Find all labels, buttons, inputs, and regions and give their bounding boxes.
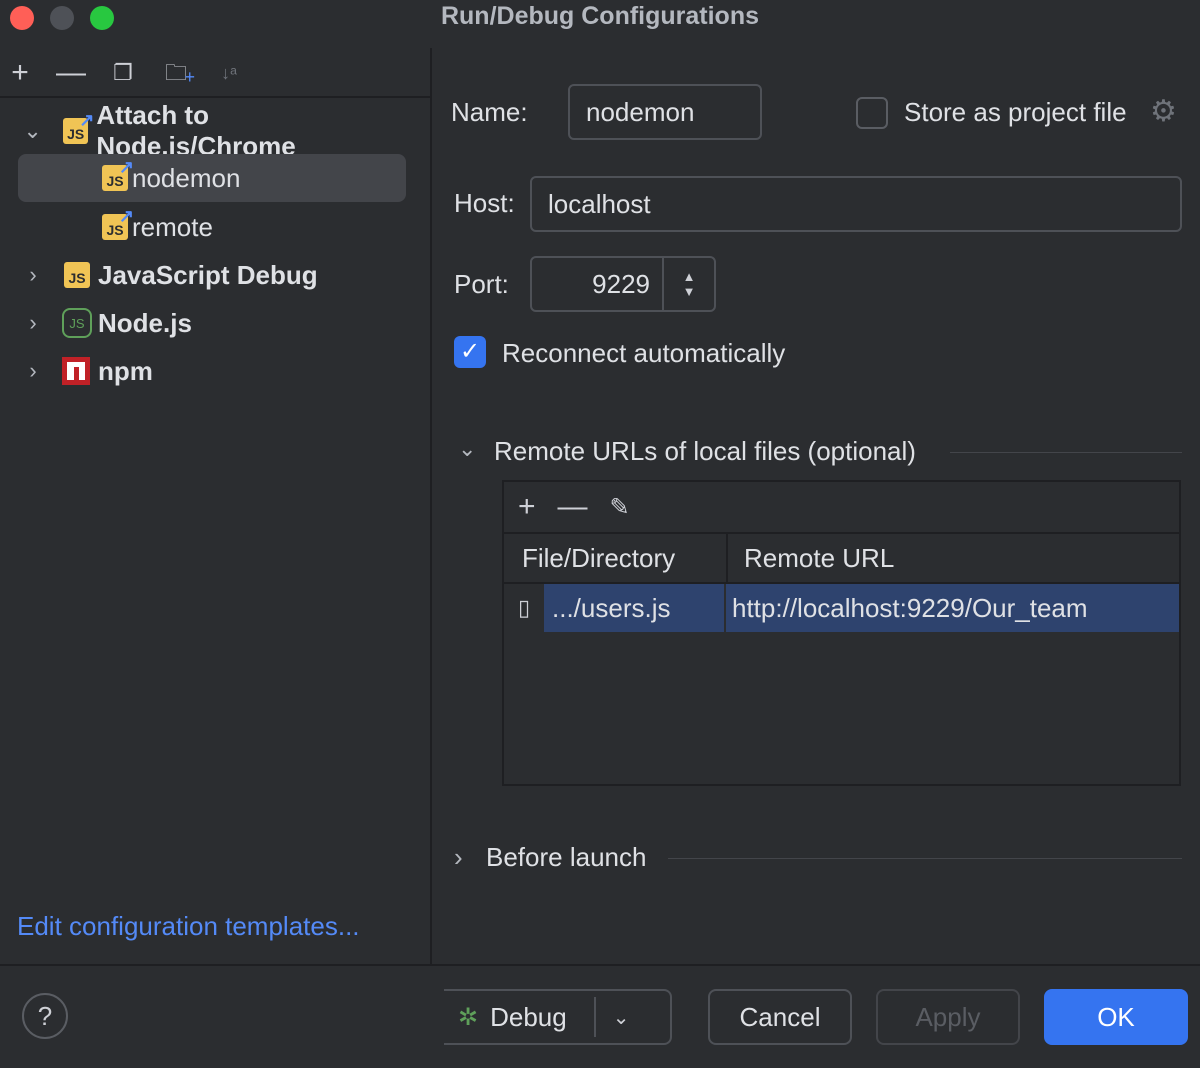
add-icon[interactable]: +	[5, 58, 35, 88]
tree-item-label: Attach to Node.js/Chrome	[96, 100, 406, 162]
port-label: Port:	[454, 269, 509, 300]
tree-item-attach[interactable]: ⌄ JS↗ Attach to Node.js/Chrome	[18, 107, 406, 155]
tree-item-label: nodemon	[132, 163, 240, 194]
minimize-window-button[interactable]	[50, 6, 74, 30]
cell-file[interactable]: .../users.js	[544, 584, 724, 632]
tree-item-label: remote	[132, 212, 213, 243]
gear-icon[interactable]: ⚙	[1150, 94, 1177, 129]
close-window-button[interactable]	[10, 6, 34, 30]
tree-item-javascript-debug[interactable]: › JS JavaScript Debug	[18, 251, 406, 299]
chevron-right-icon[interactable]: ›	[454, 842, 463, 873]
file-icon: ▯	[504, 595, 544, 621]
debug-split-button[interactable]: ✲ Debug ⌄	[444, 989, 672, 1045]
tree-item-label: JavaScript Debug	[98, 260, 318, 291]
host-label: Host:	[454, 188, 515, 219]
remove-icon[interactable]: —	[56, 58, 86, 88]
npm-icon	[62, 357, 90, 385]
new-folder-icon[interactable]: 🗀+	[161, 58, 191, 88]
chevron-down-icon[interactable]: ⌄	[458, 436, 476, 462]
name-value: nodemon	[586, 97, 694, 128]
js-attach-icon: JS↗	[102, 165, 128, 191]
table-toolbar: + — ✎	[504, 482, 1179, 534]
port-value: 9229	[532, 269, 662, 300]
store-project-label: Store as project file	[904, 97, 1127, 128]
chevron-down-icon[interactable]: ⌄	[18, 118, 47, 144]
maximize-window-button[interactable]	[90, 6, 114, 30]
help-button[interactable]: ?	[22, 993, 68, 1039]
tree-item-npm[interactable]: › npm	[18, 347, 406, 395]
chevron-right-icon[interactable]: ›	[18, 262, 48, 288]
cancel-button[interactable]: Cancel	[708, 989, 852, 1045]
name-label: Name:	[451, 97, 528, 128]
debug-label: Debug	[490, 1002, 594, 1033]
js-icon: JS	[64, 262, 90, 288]
before-launch-section-title[interactable]: Before launch	[486, 842, 646, 873]
divider	[950, 452, 1182, 453]
divider	[668, 858, 1182, 859]
window-title: Run/Debug Configurations	[0, 2, 1200, 31]
divider	[0, 964, 1200, 966]
column-header-file[interactable]: File/Directory	[504, 534, 728, 582]
nodejs-icon: JS	[62, 308, 92, 338]
tree-item-remote[interactable]: JS↗ remote	[18, 203, 406, 251]
edit-icon[interactable]: ✎	[610, 493, 630, 522]
chevron-right-icon[interactable]: ›	[18, 310, 48, 336]
reconnect-label: Reconnect automatically	[502, 338, 785, 369]
remote-urls-section-title[interactable]: Remote URLs of local files (optional)	[494, 436, 916, 467]
host-value: localhost	[548, 189, 651, 220]
tree-item-label: npm	[98, 356, 153, 387]
ok-button[interactable]: OK	[1044, 989, 1188, 1045]
copy-icon[interactable]: ❐	[108, 58, 138, 88]
cell-url[interactable]: http://localhost:9229/Our_team	[726, 584, 1179, 632]
port-stepper[interactable]: 9229 ▲▼	[530, 256, 716, 312]
divider	[430, 48, 432, 964]
js-attach-icon: JS↗	[102, 214, 128, 240]
store-project-checkbox[interactable]	[856, 97, 888, 129]
add-icon[interactable]: +	[518, 490, 536, 524]
table-header: File/Directory Remote URL	[504, 534, 1179, 584]
apply-button[interactable]: Apply	[876, 989, 1020, 1045]
chevron-down-icon[interactable]: ⌄	[594, 997, 646, 1037]
remote-urls-table: + — ✎ File/Directory Remote URL ▯ .../us…	[502, 480, 1181, 786]
tree-item-label: Node.js	[98, 308, 192, 339]
column-header-url[interactable]: Remote URL	[728, 543, 894, 574]
reconnect-checkbox[interactable]: ✓	[454, 336, 486, 368]
edit-templates-link[interactable]: Edit configuration templates...	[17, 911, 360, 942]
tree-item-nodemon[interactable]: JS↗ nodemon	[18, 154, 406, 202]
host-input[interactable]: localhost	[530, 176, 1182, 232]
sort-icon[interactable]: ↓ᵃ	[214, 58, 244, 88]
tree-item-nodejs[interactable]: › JS Node.js	[18, 299, 406, 347]
table-row[interactable]: ▯ .../users.js http://localhost:9229/Our…	[504, 584, 1179, 632]
bug-icon: ✲	[458, 1003, 478, 1032]
chevron-right-icon[interactable]: ›	[18, 358, 48, 384]
remove-icon[interactable]: —	[558, 490, 588, 524]
divider	[0, 96, 430, 98]
js-attach-icon: JS↗	[63, 118, 88, 144]
spinner-arrows-icon[interactable]: ▲▼	[662, 258, 714, 310]
name-input[interactable]: nodemon	[568, 84, 762, 140]
